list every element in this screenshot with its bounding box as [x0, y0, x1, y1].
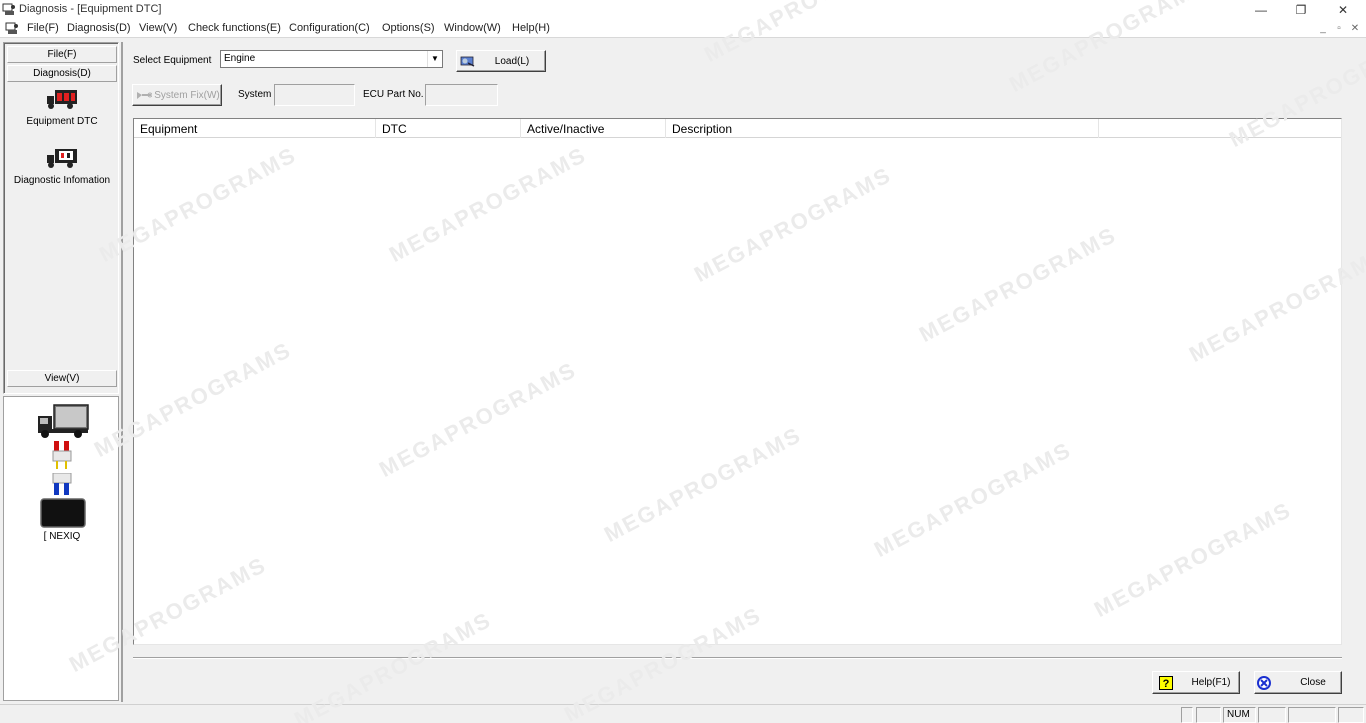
nav-item-label: Diagnostic Infomation	[13, 175, 111, 186]
wrench-icon	[137, 92, 152, 99]
close-button[interactable]: Close	[1254, 671, 1342, 694]
menu-options[interactable]: Options(S)	[382, 22, 435, 34]
select-equipment-value: Engine	[224, 53, 256, 64]
help-label: Help(F1)	[1191, 677, 1231, 688]
close-icon	[1257, 676, 1271, 690]
mdi-close-button[interactable]: ✕	[1348, 22, 1362, 36]
column-header-equipment[interactable]: Equipment	[134, 119, 376, 138]
system-fix-button[interactable]: System Fix(W)	[132, 84, 222, 106]
menu-help[interactable]: Help(H)	[512, 22, 550, 34]
nav-header-file[interactable]: File(F)	[7, 46, 117, 63]
status-pane	[1288, 707, 1336, 723]
close-label: Close	[1300, 677, 1326, 688]
nav-header-diagnosis[interactable]: Diagnosis(D)	[7, 65, 117, 82]
system-label: System	[238, 89, 272, 100]
menu-check-functions[interactable]: Check functions(E)	[188, 22, 281, 34]
menu-diagnosis[interactable]: Diagnosis(D)	[67, 22, 131, 34]
minimize-button[interactable]: —	[1246, 2, 1276, 18]
nexiq-device-icon	[40, 498, 86, 528]
truck-icon	[38, 404, 89, 438]
status-num: NUM	[1223, 707, 1256, 723]
nav-item-diagnostic-information[interactable]: Diagnostic Infomation	[6, 147, 118, 186]
select-equipment-dropdown[interactable]: Engine ▼	[220, 50, 443, 68]
device-label: [ NEXIQ	[43, 531, 81, 542]
status-pane	[1338, 707, 1364, 723]
status-bar: NUM	[0, 704, 1366, 723]
navigation-panel: File(F) Diagnosis(D) Equipment DTC Diagn…	[3, 42, 119, 394]
ecu-part-no-label: ECU Part No.	[363, 89, 424, 100]
mdi-minimize-button[interactable]: _	[1316, 22, 1330, 36]
document-icon[interactable]	[5, 22, 19, 35]
help-icon: ?	[1159, 676, 1173, 690]
menu-configuration[interactable]: Configuration(C)	[289, 22, 370, 34]
connector-top-icon	[52, 441, 72, 469]
load-icon	[460, 56, 475, 67]
connector-bottom-icon	[52, 473, 72, 495]
chevron-down-icon[interactable]: ▼	[427, 51, 442, 67]
menu-bar: File(F) Diagnosis(D) View(V) Check funct…	[0, 20, 1366, 38]
truck-info-icon	[47, 149, 77, 168]
nav-header-view[interactable]: View(V)	[7, 370, 117, 387]
separator-line	[133, 657, 1342, 659]
load-label: Load(L)	[494, 56, 530, 67]
restore-button[interactable]: ❐	[1286, 2, 1316, 18]
column-header-description[interactable]: Description	[666, 119, 1099, 138]
help-button[interactable]: ? Help(F1)	[1152, 671, 1240, 694]
nav-item-equipment-dtc[interactable]: Equipment DTC	[6, 88, 118, 127]
title-bar: Diagnosis - [Equipment DTC] — ❐ ✕	[0, 0, 1366, 20]
system-fix-label: System Fix(W)	[154, 90, 220, 101]
table-header: Equipment DTC Active/Inactive Descriptio…	[134, 119, 1341, 138]
device-panel: [ NEXIQ	[3, 396, 119, 701]
menu-file[interactable]: File(F)	[27, 22, 59, 34]
ecu-part-no-field	[425, 84, 498, 106]
dtc-table[interactable]: Equipment DTC Active/Inactive Descriptio…	[133, 118, 1342, 645]
system-field	[274, 84, 355, 106]
svg-text:?: ?	[1163, 678, 1170, 690]
status-pane	[1258, 707, 1286, 723]
app-icon	[2, 3, 15, 15]
close-window-button[interactable]: ✕	[1328, 2, 1358, 18]
panel-splitter[interactable]	[121, 42, 123, 702]
column-header-dtc[interactable]: DTC	[376, 119, 521, 138]
column-header-active-inactive[interactable]: Active/Inactive	[521, 119, 666, 138]
nav-item-label: Equipment DTC	[26, 116, 98, 127]
status-pane	[1181, 707, 1193, 723]
truck-dtc-icon	[47, 90, 77, 109]
select-equipment-label: Select Equipment	[133, 55, 212, 66]
load-button[interactable]: Load(L)	[456, 50, 546, 72]
status-pane	[1196, 707, 1221, 723]
window-title: Diagnosis - [Equipment DTC]	[19, 3, 162, 15]
menu-window[interactable]: Window(W)	[444, 22, 501, 34]
mdi-restore-button[interactable]: ▫	[1332, 22, 1346, 36]
menu-view[interactable]: View(V)	[139, 22, 177, 34]
